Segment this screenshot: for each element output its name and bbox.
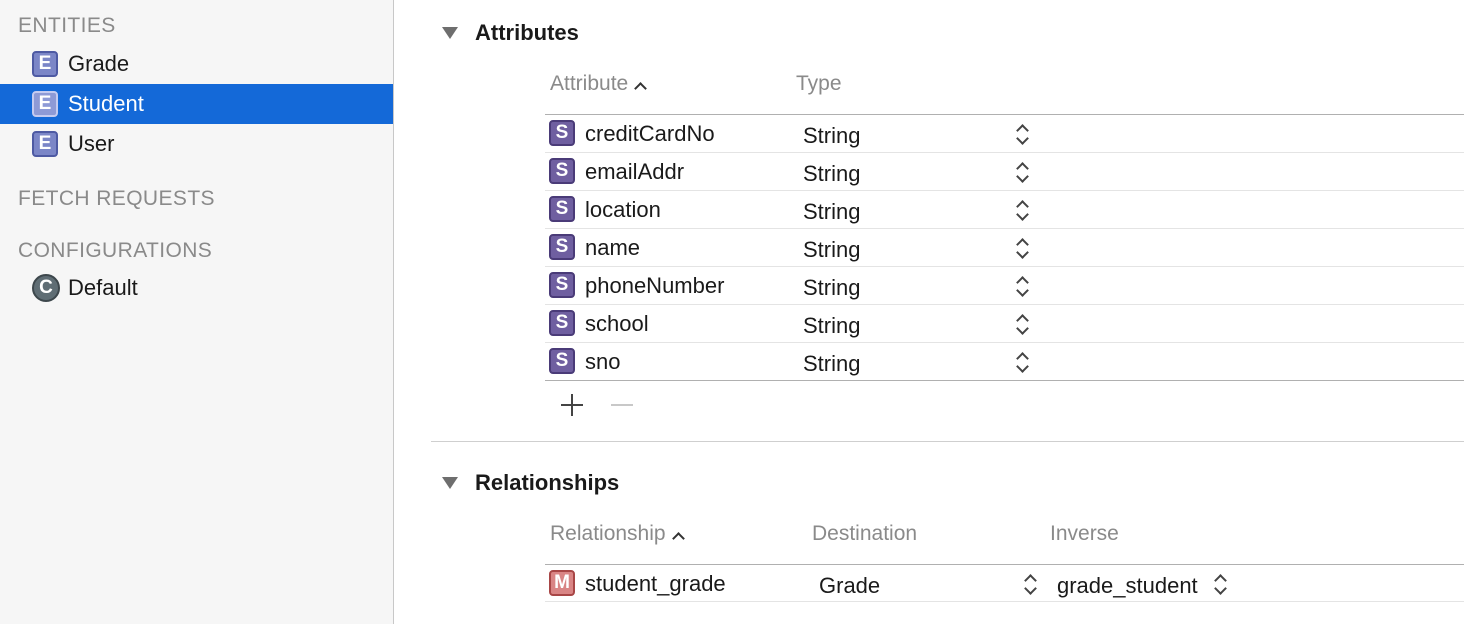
attributes-section-toggle[interactable]: Attributes: [440, 20, 579, 46]
table-row[interactable]: S sno String: [545, 343, 1464, 381]
table-row[interactable]: S location String: [545, 191, 1464, 229]
entity-icon: E: [32, 91, 58, 117]
string-type-icon: S: [549, 272, 575, 298]
inverse-column-label: Inverse: [1050, 522, 1119, 545]
sidebar-item-user[interactable]: E User: [0, 124, 393, 164]
attributes-title: Attributes: [475, 20, 579, 45]
remove-attribute-button[interactable]: [610, 393, 634, 417]
destination-column-header[interactable]: Destination: [812, 522, 917, 546]
destination-popup-chevron-icon[interactable]: [1023, 571, 1037, 597]
entities-header: ENTITIES: [18, 14, 116, 37]
type-popup-chevron-icon[interactable]: [1015, 197, 1029, 223]
relationships-title: Relationships: [475, 470, 620, 495]
attribute-type[interactable]: String: [803, 123, 860, 149]
sort-ascending-icon: [634, 82, 648, 95]
section-divider: [431, 441, 1464, 442]
attribute-column-label: Attribute: [550, 72, 629, 95]
attribute-name[interactable]: sno: [585, 349, 620, 375]
sidebar: ENTITIES E Grade E Student E User FETCH …: [0, 0, 394, 624]
string-type-icon: S: [549, 120, 575, 146]
relationships-section-toggle[interactable]: Relationships: [440, 470, 619, 496]
type-column-label: Type: [796, 72, 842, 95]
type-popup-chevron-icon[interactable]: [1015, 273, 1029, 299]
attribute-name[interactable]: location: [585, 197, 661, 223]
sidebar-item-default[interactable]: C Default: [0, 268, 393, 308]
type-column-header[interactable]: Type: [796, 72, 842, 96]
entity-icon: E: [32, 131, 58, 157]
type-popup-chevron-icon[interactable]: [1015, 159, 1029, 185]
attribute-name[interactable]: school: [585, 311, 649, 337]
relationship-destination[interactable]: Grade: [819, 573, 880, 599]
configurations-header: CONFIGURATIONS: [18, 239, 213, 262]
string-type-icon: S: [549, 234, 575, 260]
attribute-type[interactable]: String: [803, 199, 860, 225]
sort-ascending-icon: [671, 532, 685, 545]
table-row[interactable]: S emailAddr String: [545, 153, 1464, 191]
type-popup-chevron-icon[interactable]: [1015, 121, 1029, 147]
sidebar-item-student[interactable]: E Student: [0, 84, 393, 124]
attribute-type[interactable]: String: [803, 237, 860, 263]
table-row[interactable]: S phoneNumber String: [545, 267, 1464, 305]
relationship-column-header[interactable]: Relationship: [550, 522, 685, 546]
relationship-name[interactable]: student_grade: [585, 571, 726, 597]
inverse-column-header[interactable]: Inverse: [1050, 522, 1119, 546]
table-row[interactable]: S creditCardNo String: [545, 115, 1464, 153]
sidebar-item-label: Student: [68, 91, 144, 116]
table-row[interactable]: S school String: [545, 305, 1464, 343]
attribute-type[interactable]: String: [803, 161, 860, 187]
table-row[interactable]: M student_grade Grade grade_student: [545, 564, 1464, 602]
relationship-type-icon: M: [549, 570, 575, 596]
attribute-type[interactable]: String: [803, 275, 860, 301]
table-row[interactable]: S name String: [545, 229, 1464, 267]
type-popup-chevron-icon[interactable]: [1015, 311, 1029, 337]
attribute-type[interactable]: String: [803, 313, 860, 339]
attribute-name[interactable]: name: [585, 235, 640, 261]
configuration-icon: C: [32, 274, 60, 302]
disclosure-triangle-icon: [442, 477, 458, 489]
attribute-type[interactable]: String: [803, 351, 860, 377]
attribute-name[interactable]: emailAddr: [585, 159, 684, 185]
disclosure-triangle-icon: [442, 27, 458, 39]
inverse-popup-chevron-icon[interactable]: [1213, 571, 1227, 597]
add-attribute-button[interactable]: [560, 393, 584, 417]
attribute-name[interactable]: creditCardNo: [585, 121, 715, 147]
string-type-icon: S: [549, 348, 575, 374]
string-type-icon: S: [549, 158, 575, 184]
relationship-column-label: Relationship: [550, 522, 666, 545]
sidebar-item-label: Default: [68, 275, 138, 300]
sidebar-item-label: Grade: [68, 51, 130, 76]
entity-icon: E: [32, 51, 58, 77]
string-type-icon: S: [549, 196, 575, 222]
sidebar-item-label: User: [68, 131, 115, 156]
sidebar-item-grade[interactable]: E Grade: [0, 44, 393, 84]
destination-column-label: Destination: [812, 522, 918, 545]
relationship-inverse[interactable]: grade_student: [1057, 573, 1198, 599]
attribute-column-header[interactable]: Attribute: [550, 72, 648, 96]
string-type-icon: S: [549, 310, 575, 336]
type-popup-chevron-icon[interactable]: [1015, 235, 1029, 261]
fetch-requests-header: FETCH REQUESTS: [18, 187, 215, 210]
type-popup-chevron-icon[interactable]: [1015, 349, 1029, 375]
attribute-name[interactable]: phoneNumber: [585, 273, 724, 299]
